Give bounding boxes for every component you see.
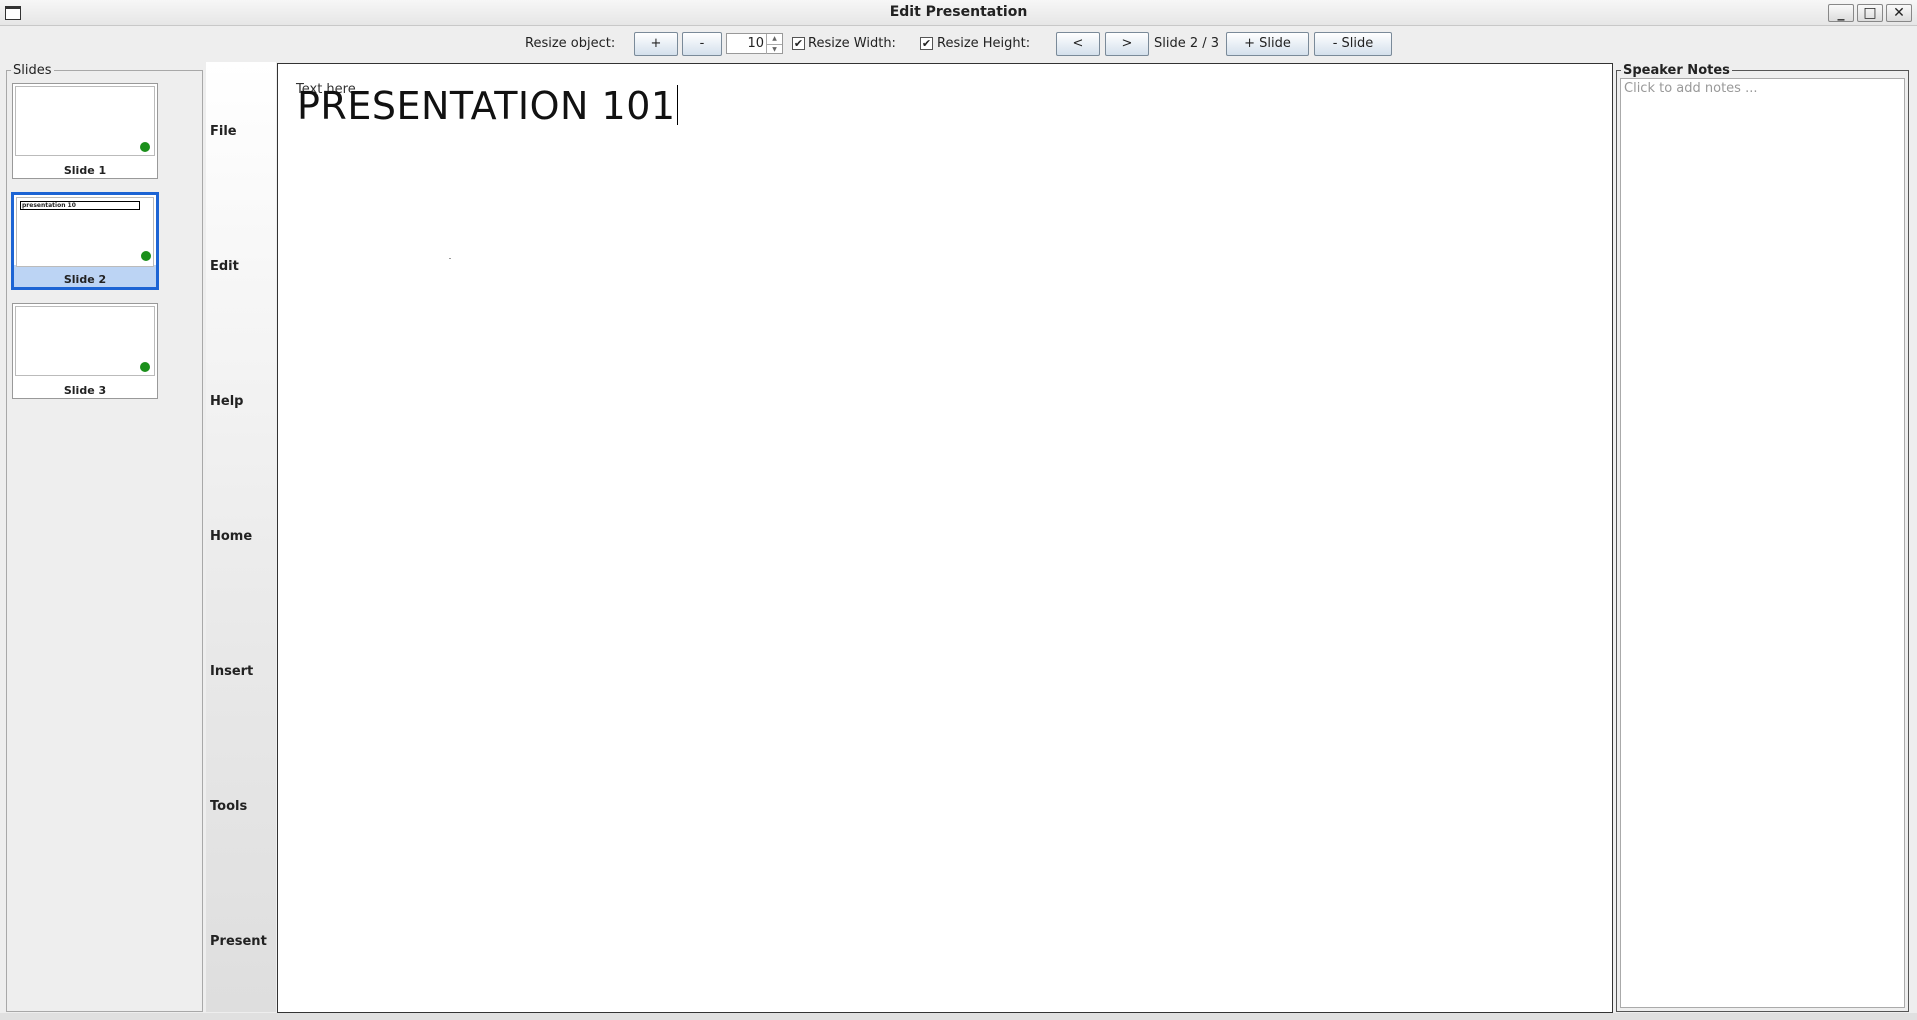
previous-slide-button[interactable]: < — [1056, 32, 1100, 56]
next-slide-button[interactable]: > — [1105, 32, 1149, 56]
close-button[interactable]: ✕ — [1886, 4, 1912, 22]
thumbnail-canvas — [15, 306, 155, 376]
thumbnail-text-box: presentation 10 — [20, 201, 140, 210]
text-caret — [676, 85, 678, 125]
thumbnail-caption: Slide 3 — [63, 384, 107, 397]
toolbar: Resize object: + - 10 ▲ ▼ ✔ Resize Width… — [0, 26, 1917, 62]
slides-panel: Slides Slide 1 presentation 10 Slide 2 S… — [6, 63, 203, 1012]
menu-file[interactable]: File — [210, 124, 237, 139]
menu-help[interactable]: Help — [210, 394, 243, 409]
title-bar: Edit Presentation _ □ ✕ — [0, 0, 1917, 26]
bottom-edge — [0, 1013, 1917, 1020]
status-dot-icon — [140, 362, 150, 372]
slide-thumbnail-3[interactable]: Slide 3 — [12, 303, 158, 399]
resize-minus-button[interactable]: - — [682, 32, 722, 56]
resize-height-label: Resize Height: — [937, 36, 1031, 51]
speaker-notes-input[interactable]: Click to add notes ... — [1620, 78, 1905, 1008]
maximize-button[interactable]: □ — [1857, 4, 1883, 22]
menu-edit[interactable]: Edit — [210, 259, 239, 274]
resize-amount-value: 10 — [747, 36, 764, 51]
slide-text-box[interactable]: PRESENTATION 101 — [297, 84, 678, 128]
minimize-button[interactable]: _ — [1828, 4, 1854, 22]
thumbnail-caption: Slide 2 — [63, 273, 107, 286]
slide-canvas[interactable]: Text here... PRESENTATION 101 — [277, 63, 1613, 1013]
slide-thumbnail-2[interactable]: presentation 10 Slide 2 — [11, 192, 159, 290]
resize-object-label: Resize object: — [525, 36, 616, 51]
speaker-notes-title: Speaker Notes — [1621, 63, 1732, 78]
add-slide-button[interactable]: + Slide — [1226, 32, 1309, 56]
thumbnail-caption: Slide 1 — [63, 164, 107, 177]
menu-present[interactable]: Present — [210, 934, 267, 949]
resize-height-checkbox[interactable]: ✔ — [920, 37, 933, 50]
menu-insert[interactable]: Insert — [210, 664, 253, 679]
resize-width-checkbox[interactable]: ✔ — [792, 37, 805, 50]
resize-width-label: Resize Width: — [808, 36, 896, 51]
status-dot-icon — [141, 251, 151, 261]
menu-column: File Edit Help Home Insert Tools Present — [206, 62, 276, 1012]
checkmark-icon: ✔ — [921, 37, 932, 50]
resize-amount-spinner[interactable]: 10 ▲ ▼ — [726, 33, 783, 54]
slides-panel-title: Slides — [11, 63, 54, 78]
menu-home[interactable]: Home — [210, 529, 252, 544]
slide-title-text: PRESENTATION 101 — [297, 84, 676, 128]
status-dot-icon — [140, 142, 150, 152]
spinner-down-icon[interactable]: ▼ — [766, 44, 782, 54]
canvas-speck — [449, 258, 451, 259]
thumbnail-canvas: presentation 10 — [16, 197, 154, 267]
resize-plus-button[interactable]: + — [634, 32, 678, 56]
menu-tools[interactable]: Tools — [210, 799, 247, 814]
checkmark-icon: ✔ — [793, 37, 804, 50]
remove-slide-button[interactable]: - Slide — [1314, 32, 1392, 56]
slide-thumbnail-1[interactable]: Slide 1 — [12, 83, 158, 179]
thumbnail-canvas — [15, 86, 155, 156]
speaker-notes-panel: Speaker Notes Click to add notes ... — [1616, 63, 1909, 1012]
window-title: Edit Presentation — [889, 4, 1028, 20]
spinner-up-icon[interactable]: ▲ — [766, 34, 782, 44]
slide-counter: Slide 2 / 3 — [1154, 36, 1220, 51]
